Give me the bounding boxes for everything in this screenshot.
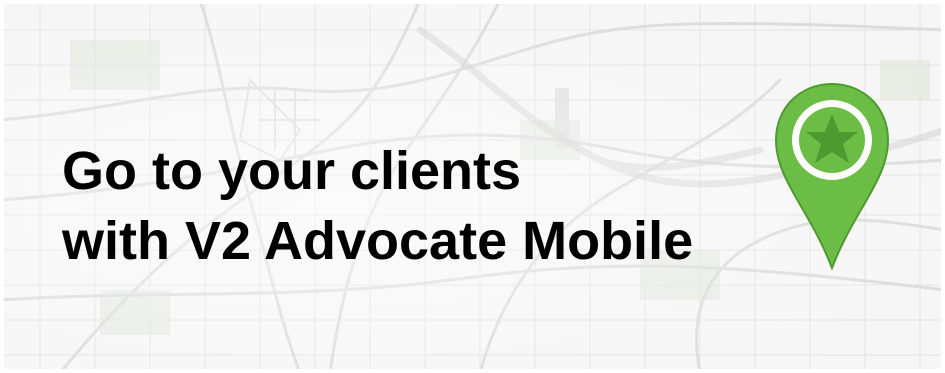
headline-line-2: with V2 Advocate Mobile xyxy=(62,211,694,271)
map-banner: Go to your clients with V2 Advocate Mobi… xyxy=(0,0,945,373)
headline-line-1: Go to your clients xyxy=(62,141,522,201)
map-pin-star-icon xyxy=(774,82,890,270)
headline: Go to your clients with V2 Advocate Mobi… xyxy=(62,136,693,276)
